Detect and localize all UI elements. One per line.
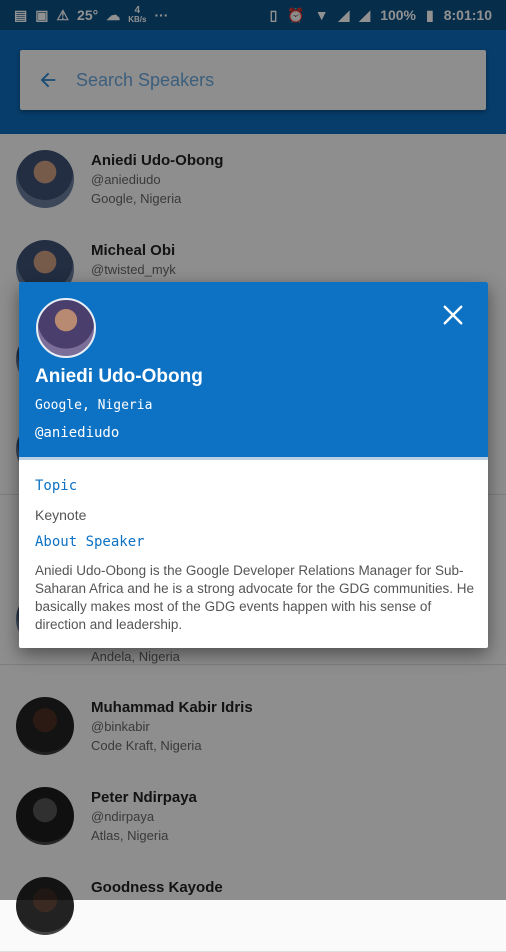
- close-icon[interactable]: [436, 298, 470, 332]
- speaker-handle[interactable]: @aniediudo: [35, 425, 119, 441]
- speaker-company: Google, Nigeria: [35, 398, 153, 413]
- speaker-bio: Aniedi Udo-Obong is the Google Developer…: [35, 563, 474, 632]
- divider: [19, 457, 488, 460]
- about-speaker-heading: About Speaker: [35, 534, 145, 550]
- speaker-name: Aniedi Udo-Obong: [35, 366, 203, 387]
- topic-heading: Topic: [35, 478, 78, 494]
- speaker-detail-dialog: Aniedi Udo-Obong Google, Nigeria @aniedi…: [19, 282, 488, 648]
- topic-value: Keynote: [35, 507, 87, 523]
- speaker-avatar: [36, 298, 96, 358]
- dialog-header: Aniedi Udo-Obong Google, Nigeria @aniedi…: [19, 282, 488, 457]
